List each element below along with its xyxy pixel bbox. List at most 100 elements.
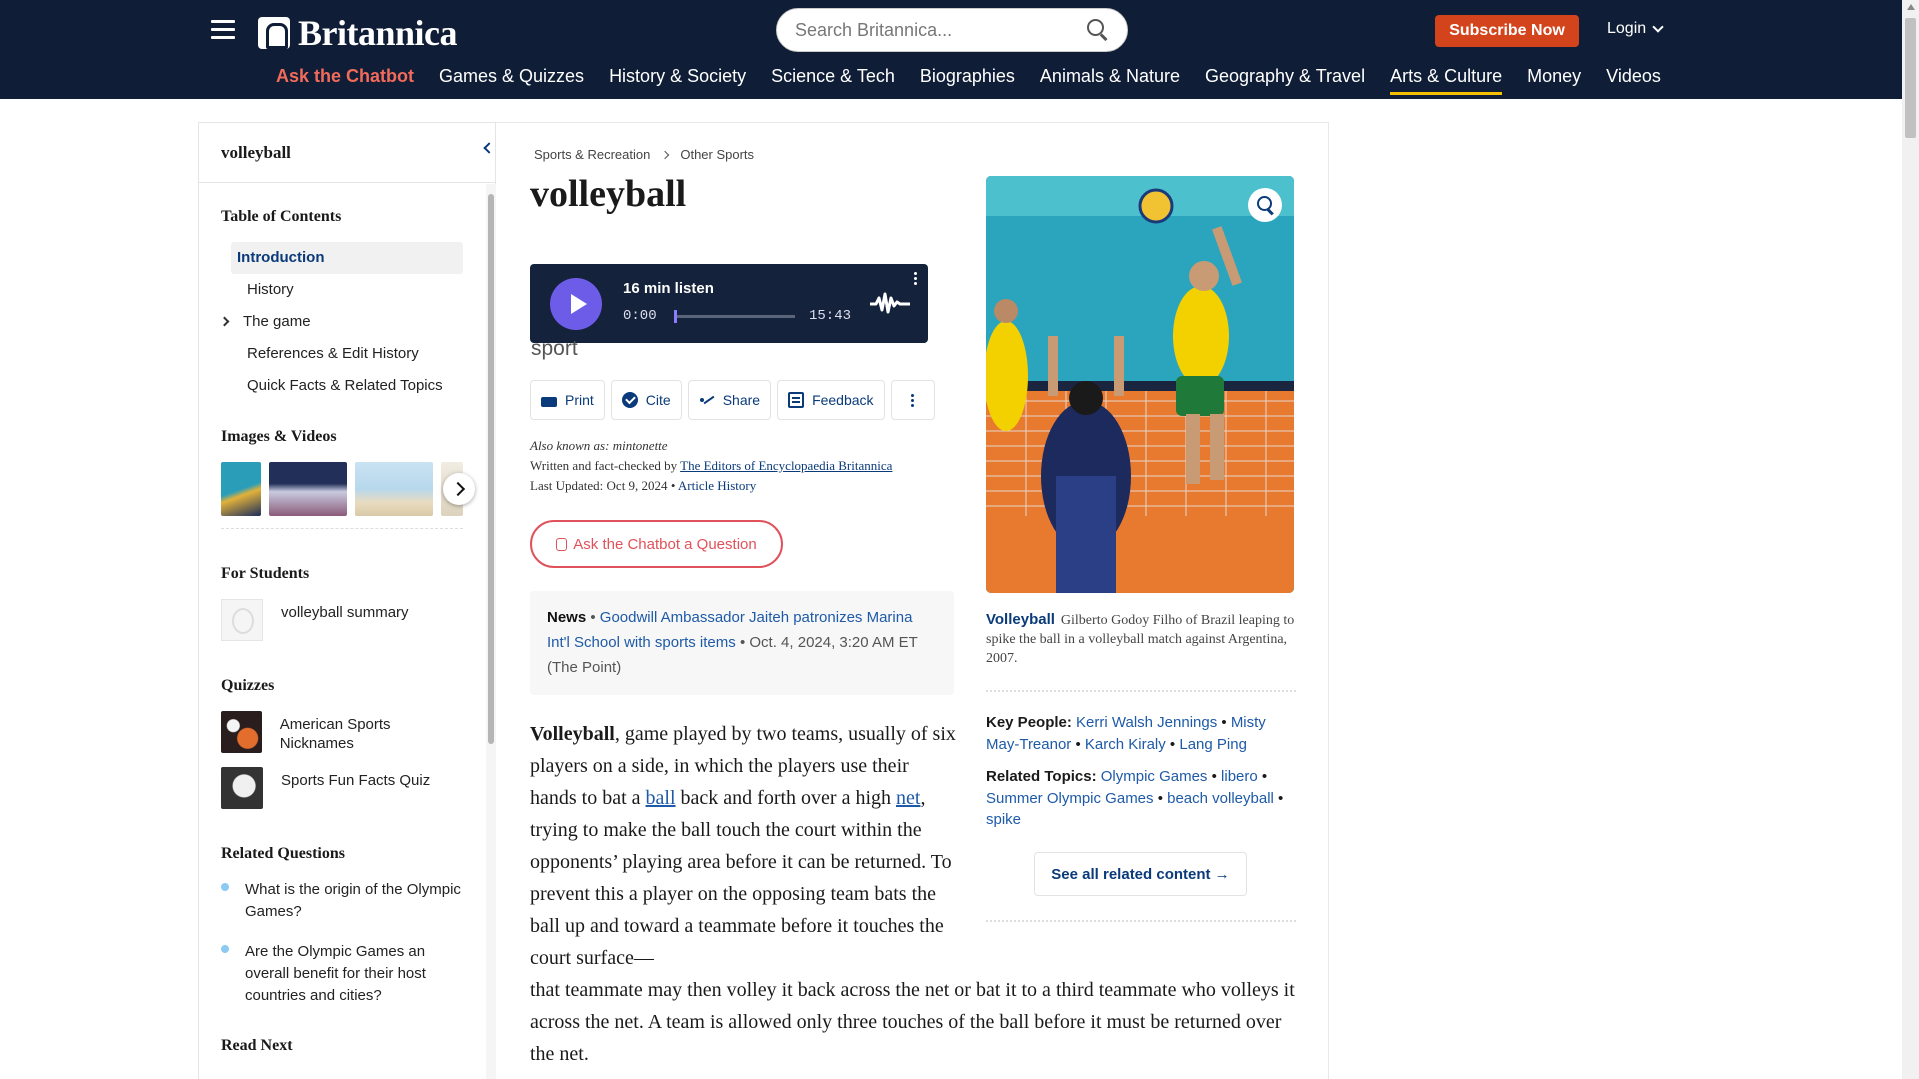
toc-item-introduction[interactable]: Introduction [231, 242, 463, 274]
toc-item-quick-facts[interactable]: Quick Facts & Related Topics [231, 370, 463, 402]
toc-item-the-game[interactable]: The game [219, 306, 463, 338]
quiz-thumbnail [221, 767, 263, 809]
scroll-up-arrow-icon[interactable] [1907, 4, 1915, 10]
body-paragraph-part: Volleyball, game played by two teams, us… [530, 718, 960, 974]
nav-biographies[interactable]: Biographies [920, 66, 1015, 95]
feedback-label: Feedback [812, 392, 874, 408]
nav-animals-nature[interactable]: Animals & Nature [1040, 66, 1180, 95]
share-icon [699, 392, 715, 408]
nav-arts-culture[interactable]: Arts & Culture [1390, 66, 1503, 95]
audio-progress-bar[interactable] [674, 310, 795, 323]
key-person-link[interactable]: Lang Ping [1179, 736, 1247, 753]
related-topic-link[interactable]: libero [1221, 768, 1258, 785]
carousel-next-icon[interactable] [443, 473, 475, 505]
more-tools-button[interactable] [890, 380, 935, 420]
quizzes-heading: Quizzes [221, 677, 275, 694]
student-item-label: volleyball summary [281, 604, 409, 621]
news-label: News [547, 609, 587, 626]
nav-science-tech[interactable]: Science & Tech [771, 66, 895, 95]
sidebar-scrollbar-thumb[interactable] [488, 194, 494, 744]
more-options-icon[interactable] [914, 272, 918, 288]
sidebar-scrollbar[interactable] [486, 184, 496, 1079]
key-person-link[interactable]: Karch Kiraly [1085, 736, 1166, 753]
share-label: Share [722, 392, 761, 408]
quiz-item[interactable]: American Sports Nicknames [221, 711, 463, 753]
search-icon[interactable] [1087, 19, 1109, 41]
caption-title[interactable]: Volleyball [986, 611, 1055, 628]
media-thumbnail[interactable] [221, 462, 261, 516]
print-button[interactable]: Print [530, 380, 605, 420]
related-topic-link[interactable]: spike [986, 811, 1021, 828]
search-input[interactable] [795, 19, 1087, 41]
bullet-icon [221, 945, 229, 953]
bullet-icon [221, 883, 229, 891]
media-thumbnail[interactable] [354, 462, 434, 516]
body-text-span: back and forth over a high [675, 787, 897, 809]
toc-item-references[interactable]: References & Edit History [231, 338, 463, 370]
nav-ask-the-chatbot[interactable]: Ask the Chatbot [276, 66, 414, 95]
media-carousel [221, 462, 475, 529]
subscribe-button[interactable]: Subscribe Now [1435, 15, 1579, 47]
news-source: (The Point) [547, 659, 622, 676]
nav-geography-travel[interactable]: Geography & Travel [1205, 66, 1365, 95]
chevron-right-icon[interactable] [219, 316, 230, 327]
related-topic-link[interactable]: Summer Olympic Games [986, 790, 1154, 807]
key-person-link[interactable]: Kerri Walsh Jennings [1076, 714, 1217, 731]
progress-handle[interactable] [674, 310, 677, 323]
key-people: Key People: Kerri Walsh Jennings • Misty… [986, 714, 1266, 753]
zoom-icon[interactable] [1248, 188, 1282, 222]
author-link[interactable]: The Editors of Encyclopaedia Britannica [680, 458, 892, 473]
feedback-button[interactable]: Feedback [777, 380, 885, 420]
breadcrumb-sports-recreation[interactable]: Sports & Recreation [534, 147, 650, 162]
share-button[interactable]: Share [687, 380, 772, 420]
net-link[interactable]: net [896, 787, 920, 809]
related-topic-link[interactable]: beach volleyball [1167, 790, 1274, 807]
nav-games-quizzes[interactable]: Games & Quizzes [439, 66, 584, 95]
related-question-item[interactable]: What is the origin of the Olympic Games? [221, 879, 463, 923]
related-topic-link[interactable]: Olympic Games [1101, 768, 1208, 785]
nav-money[interactable]: Money [1527, 66, 1581, 95]
login-label: Login [1607, 20, 1647, 37]
quiz-label: Sports Fun Facts Quiz [281, 772, 431, 789]
article-history-link[interactable]: Article History [678, 478, 756, 493]
page-scrollbar[interactable] [1902, 0, 1919, 1079]
related-question-item[interactable]: Are the Olympic Games an overall benefit… [221, 941, 463, 1007]
written-by-prefix: Written and fact-checked by [530, 458, 678, 473]
media-thumbnail[interactable] [268, 462, 347, 516]
last-updated: Last Updated: Oct 9, 2024 [530, 478, 668, 493]
chevron-right-icon [661, 150, 670, 159]
nav-videos[interactable]: Videos [1606, 66, 1661, 95]
site-header: Britannica Subscribe Now Login Ask the C… [0, 0, 1902, 99]
main-nav: Ask the Chatbot Games & Quizzes History … [276, 66, 1661, 95]
chatbot-icon [556, 537, 568, 551]
ask-chatbot-button[interactable]: Ask the Chatbot a Question [530, 520, 783, 568]
quiz-item[interactable]: Sports Fun Facts Quiz [221, 767, 463, 809]
feedback-icon [788, 392, 805, 408]
menu-icon[interactable] [211, 20, 235, 40]
britannica-logo[interactable]: Britannica [258, 12, 458, 54]
cite-button[interactable]: Cite [610, 380, 682, 420]
login-button[interactable]: Login [1607, 20, 1664, 38]
nav-history-society[interactable]: History & Society [609, 66, 746, 95]
student-summary-item[interactable]: volleyball summary [221, 599, 463, 641]
see-all-related-button[interactable]: See all related content → [1034, 852, 1247, 896]
page-scrollbar-thumb[interactable] [1905, 18, 1916, 138]
summary-thumbnail [221, 599, 263, 641]
sidebar-title: volleyball [199, 123, 495, 183]
search-bar[interactable] [776, 8, 1128, 52]
toc-item-history[interactable]: History [231, 274, 463, 306]
ball-link[interactable]: ball [646, 787, 676, 809]
image-caption: Volleyball Gilberto Godoy Filho of Brazil… [986, 610, 1296, 668]
hero-image[interactable] [986, 176, 1294, 593]
breadcrumb-other-sports[interactable]: Other Sports [680, 147, 754, 162]
read-next-heading: Read Next [221, 1037, 293, 1054]
related-topics-label: Related Topics: [986, 768, 1097, 785]
print-label: Print [565, 392, 594, 408]
collapse-sidebar-icon[interactable] [479, 139, 497, 157]
news-box: News • Goodwill Ambassador Jaiteh patron… [530, 591, 954, 695]
logo-text: Britannica [298, 13, 458, 53]
article-meta: Also known as: mintonette Written and fa… [530, 438, 893, 493]
page-title: volleyball [530, 173, 687, 215]
divider [986, 690, 1296, 692]
play-icon[interactable] [550, 278, 602, 330]
